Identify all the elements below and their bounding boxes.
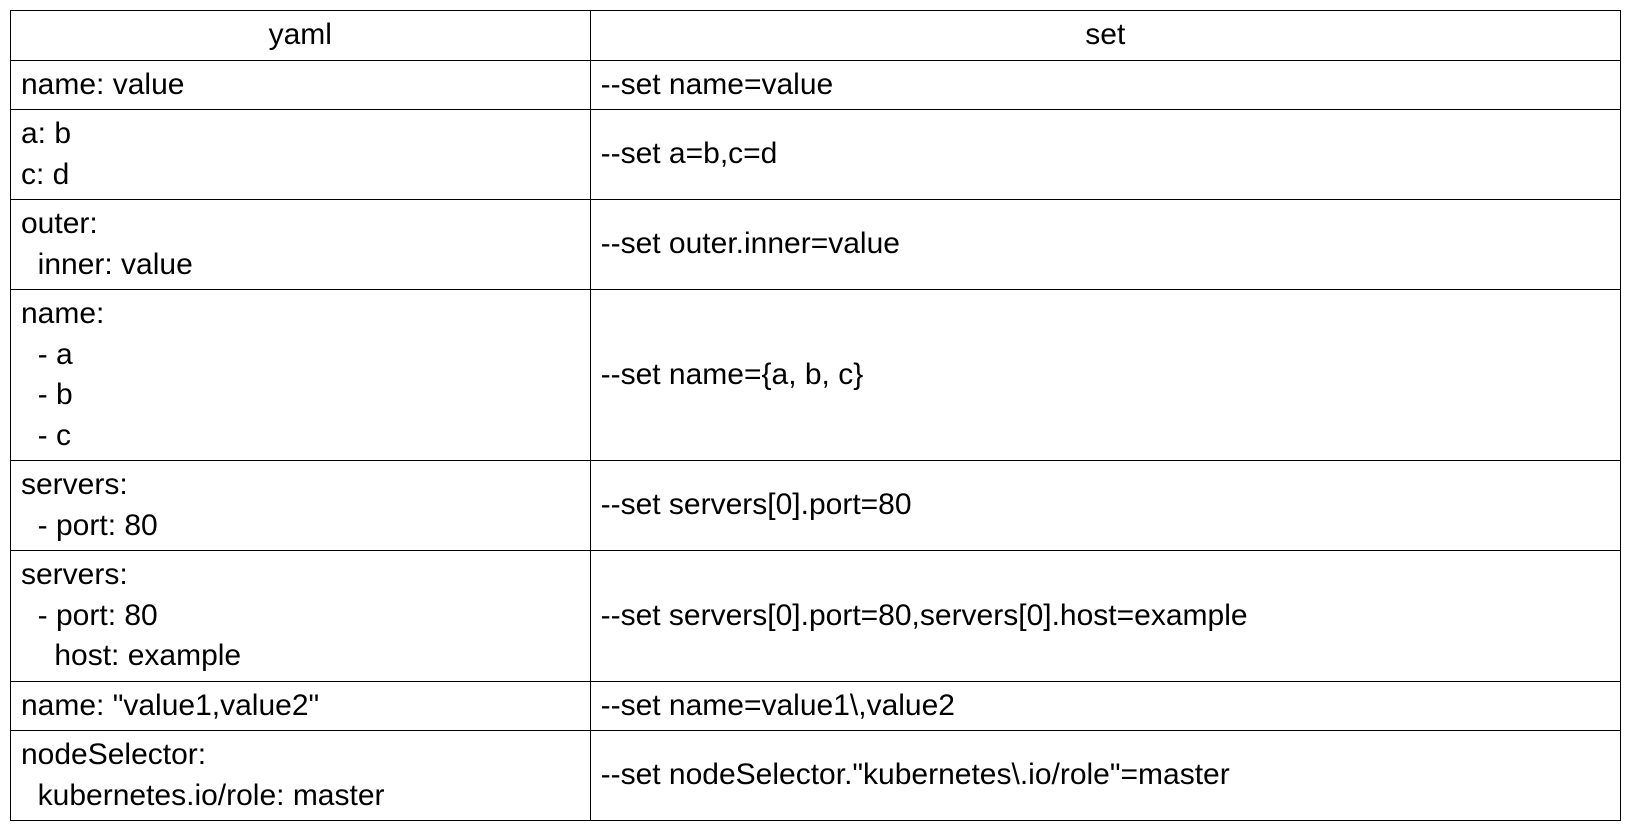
yaml-text: name: value	[21, 68, 184, 101]
set-text: --set outer.inner=value	[601, 227, 900, 260]
cell-yaml: name: "value1,value2"	[11, 681, 591, 731]
table-row: a: b c: d --set a=b,c=d	[11, 110, 1621, 200]
table-row: name: value --set name=value	[11, 60, 1621, 110]
table-row: name: - a - b - c --set name={a, b, c}	[11, 290, 1621, 461]
table-row: servers: - port: 80 host: example --set …	[11, 551, 1621, 682]
yaml-text: name: "value1,value2"	[21, 689, 319, 722]
set-text: --set nodeSelector."kubernetes\.io/role"…	[601, 758, 1230, 791]
cell-yaml: servers: - port: 80 host: example	[11, 551, 591, 682]
yaml-text: servers: - port: 80 host: example	[21, 558, 241, 672]
table-row: name: "value1,value2" --set name=value1\…	[11, 681, 1621, 731]
set-text: --set name=value	[601, 68, 834, 101]
yaml-text: a: b c: d	[21, 117, 71, 191]
set-text: --set a=b,c=d	[601, 137, 778, 170]
set-text: --set servers[0].port=80	[601, 488, 912, 521]
set-text: --set servers[0].port=80,servers[0].host…	[601, 599, 1248, 632]
cell-set: --set name=value1\,value2	[590, 681, 1620, 731]
cell-yaml: nodeSelector: kubernetes.io/role: master	[11, 731, 591, 821]
yaml-text: name: - a - b - c	[21, 297, 104, 452]
yaml-set-mapping-table: yaml set name: value --set name=value a:…	[10, 10, 1621, 821]
table-header-row: yaml set	[11, 11, 1621, 61]
cell-yaml: name: value	[11, 60, 591, 110]
set-text: --set name=value1\,value2	[601, 689, 955, 722]
cell-set: --set servers[0].port=80,servers[0].host…	[590, 551, 1620, 682]
table-row: servers: - port: 80 --set servers[0].por…	[11, 461, 1621, 551]
cell-set: --set nodeSelector."kubernetes\.io/role"…	[590, 731, 1620, 821]
yaml-text: nodeSelector: kubernetes.io/role: master	[21, 738, 385, 812]
yaml-text: servers: - port: 80	[21, 468, 158, 542]
yaml-text: outer: inner: value	[21, 207, 193, 281]
cell-set: --set servers[0].port=80	[590, 461, 1620, 551]
cell-yaml: outer: inner: value	[11, 200, 591, 290]
cell-yaml: name: - a - b - c	[11, 290, 591, 461]
cell-set: --set name=value	[590, 60, 1620, 110]
header-set: set	[590, 11, 1620, 61]
header-yaml: yaml	[11, 11, 591, 61]
table-row: nodeSelector: kubernetes.io/role: master…	[11, 731, 1621, 821]
cell-set: --set name={a, b, c}	[590, 290, 1620, 461]
cell-set: --set outer.inner=value	[590, 200, 1620, 290]
cell-yaml: a: b c: d	[11, 110, 591, 200]
cell-yaml: servers: - port: 80	[11, 461, 591, 551]
cell-set: --set a=b,c=d	[590, 110, 1620, 200]
set-text: --set name={a, b, c}	[601, 358, 864, 391]
table-row: outer: inner: value --set outer.inner=va…	[11, 200, 1621, 290]
